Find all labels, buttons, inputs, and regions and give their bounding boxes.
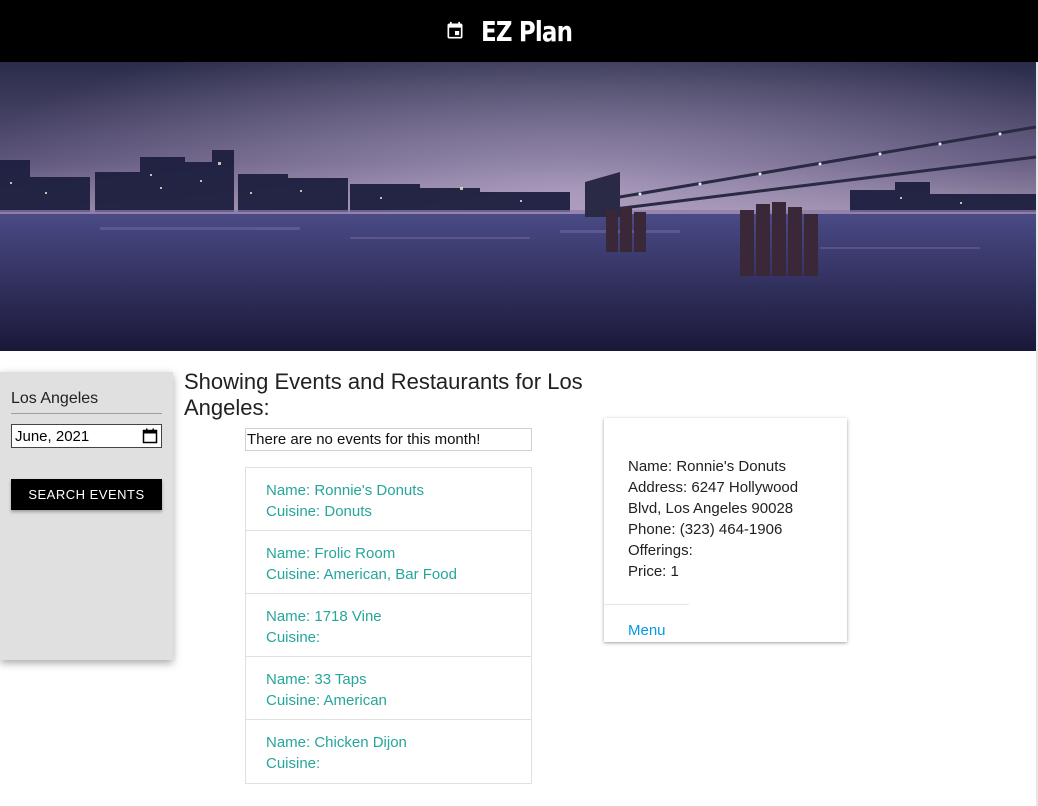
calendar-icon[interactable] xyxy=(142,428,158,444)
detail-phone: Phone: (323) 464-1906 xyxy=(628,521,783,538)
restaurant-cuisine: Cuisine: xyxy=(266,755,321,772)
card-action-divider xyxy=(604,604,689,605)
detail-offerings: Offerings: xyxy=(628,542,693,559)
hero-skyline-image xyxy=(0,62,1036,351)
restaurant-cuisine: Cuisine: Donuts xyxy=(266,503,372,520)
restaurant-list-item[interactable]: Name: Chicken Dijon Cuisine: xyxy=(246,720,531,783)
city-input[interactable] xyxy=(11,384,162,414)
restaurant-list-item[interactable]: Name: 1718 Vine Cuisine: xyxy=(246,594,531,657)
search-panel: June, 2021 Search Events xyxy=(0,372,173,660)
app-title: EZ Plan xyxy=(481,14,573,48)
calendar-event-icon xyxy=(447,21,463,39)
restaurant-detail-card: Name: Ronnie's Donuts Address: 6247 Holl… xyxy=(604,418,847,642)
restaurant-name: Name: Frolic Room xyxy=(266,545,396,562)
restaurant-list-item[interactable]: Name: 33 Taps Cuisine: American xyxy=(246,657,531,720)
hero-banner xyxy=(0,62,1036,351)
restaurant-list-item[interactable]: Name: Frolic Room Cuisine: American, Bar… xyxy=(246,531,531,594)
restaurant-cuisine: Cuisine: American, Bar Food xyxy=(266,566,457,583)
restaurant-list: Name: Ronnie's Donuts Cuisine: Donuts Na… xyxy=(245,467,532,784)
detail-content: Name: Ronnie's Donuts Address: 6247 Holl… xyxy=(604,418,847,582)
month-value: June, 2021 xyxy=(15,427,90,445)
restaurant-name: Name: 33 Taps xyxy=(266,671,367,688)
month-picker[interactable]: June, 2021 xyxy=(11,424,162,448)
restaurant-cuisine: Cuisine: xyxy=(266,629,321,646)
restaurant-name: Name: Ronnie's Donuts xyxy=(266,482,424,499)
detail-price: Price: 1 xyxy=(628,563,679,580)
page-title: Showing Events and Restaurants for Los A… xyxy=(184,369,583,420)
menu-link[interactable]: Menu xyxy=(628,622,666,639)
detail-name: Name: Ronnie's Donuts xyxy=(628,458,786,475)
detail-address: Address: 6247 Hollywood Blvd, Los Angele… xyxy=(628,479,799,517)
restaurant-cuisine: Cuisine: American xyxy=(266,692,387,709)
restaurant-name: Name: Chicken Dijon xyxy=(266,734,407,751)
no-events-message: There are no events for this month! xyxy=(245,428,532,451)
search-events-button[interactable]: Search Events xyxy=(11,479,162,510)
brand[interactable]: EZ Plan xyxy=(445,15,592,48)
restaurant-list-item[interactable]: Name: Ronnie's Donuts Cuisine: Donuts xyxy=(246,468,531,531)
app-header: EZ Plan xyxy=(0,0,1038,62)
restaurant-name: Name: 1718 Vine xyxy=(266,608,382,625)
